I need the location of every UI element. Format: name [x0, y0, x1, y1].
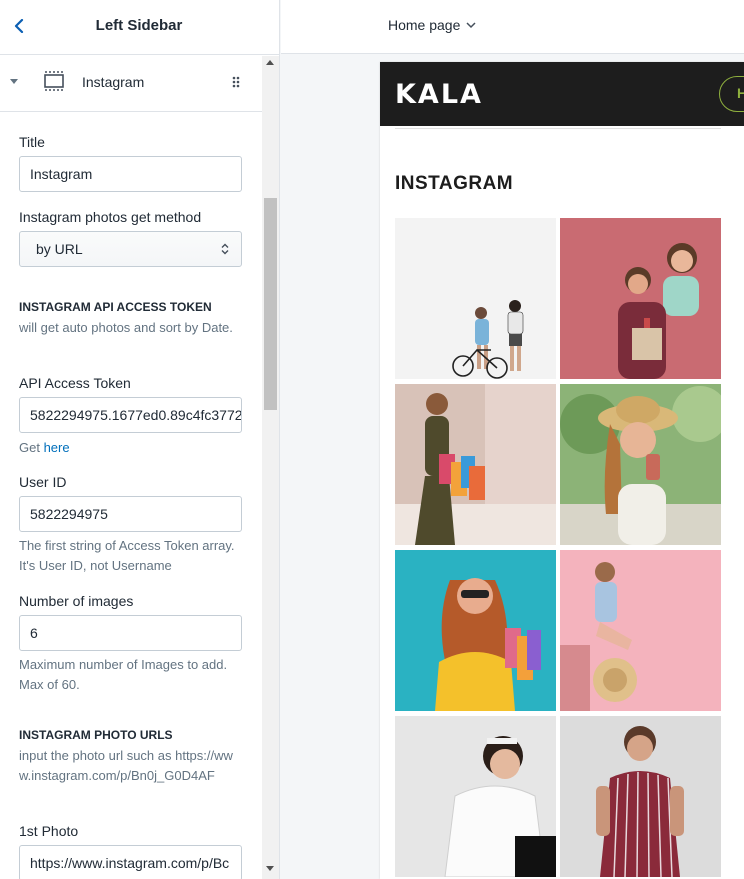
sidebar-scrollbar[interactable]: [262, 56, 279, 879]
photo-woman-straw-hat-drink[interactable]: [560, 384, 721, 545]
image-count-label: Number of images: [19, 593, 134, 609]
divider: [395, 128, 721, 129]
user-id-label: User ID: [19, 474, 67, 490]
method-label: Instagram photos get method: [19, 209, 202, 225]
drag-handle-icon[interactable]: [232, 76, 240, 88]
photo1-label: 1st Photo: [19, 823, 79, 839]
preview-topbar: Home page: [281, 0, 744, 54]
section-row-instagram[interactable]: Instagram: [0, 56, 262, 112]
photo-woman-pink-background[interactable]: [560, 550, 721, 711]
title-input[interactable]: Instagram: [19, 156, 242, 192]
title-label: Title: [19, 134, 45, 150]
photo-woman-shopping-bags[interactable]: [395, 384, 556, 545]
sidebar-title: Left Sidebar: [95, 17, 183, 34]
store-preview: KALA H INSTAGRAM: [380, 62, 744, 879]
photo-couple-gift[interactable]: [560, 218, 721, 379]
caret-down-icon[interactable]: [9, 78, 19, 86]
photo-woman-white-jacket[interactable]: [395, 716, 556, 877]
photo-woman-teal-background[interactable]: [395, 550, 556, 711]
get-token-text: Get here: [19, 440, 70, 455]
section-layout-icon: [44, 71, 64, 91]
chevron-down-icon: [466, 21, 476, 28]
header-nav-button[interactable]: H: [719, 76, 744, 112]
api-token-heading: INSTAGRAM API ACCESS TOKEN: [19, 300, 212, 314]
method-select-value: by URL: [36, 241, 83, 257]
store-logo[interactable]: KALA: [395, 79, 483, 110]
page-selector-label: Home page: [388, 17, 461, 33]
left-sidebar-panel: Left Sidebar Instagram Title Instagram I…: [0, 0, 280, 879]
instagram-section-title: INSTAGRAM: [395, 173, 514, 194]
token-label: API Access Token: [19, 375, 131, 391]
section-label: Instagram: [82, 74, 145, 90]
image-count-input[interactable]: 6: [19, 615, 242, 651]
token-input[interactable]: 5822294975.1677ed0.89c4fc3772: [19, 397, 242, 433]
image-count-help: Maximum number of Images to add. Max of …: [19, 657, 228, 692]
header-nav-button-label: H: [737, 85, 744, 101]
photo-urls-help: input the photo url such as https://www.…: [19, 748, 233, 783]
store-header: KALA H: [380, 62, 744, 126]
get-token-link[interactable]: here: [44, 440, 70, 455]
photo1-input[interactable]: https://www.instagram.com/p/Bc: [19, 845, 242, 879]
page-selector[interactable]: Home page: [388, 17, 476, 33]
photo-urls-heading: INSTAGRAM PHOTO URLS: [19, 728, 173, 742]
scroll-up-arrow[interactable]: [266, 60, 274, 65]
photo-man-striped-shirt[interactable]: [560, 716, 721, 877]
method-select[interactable]: by URL: [19, 231, 242, 267]
api-token-help: will get auto photos and sort by Date.: [19, 320, 233, 335]
sidebar-header: Left Sidebar: [0, 0, 279, 55]
photo-couple-bicycle[interactable]: [395, 218, 556, 379]
get-token-prefix: Get: [19, 440, 44, 455]
scroll-down-arrow[interactable]: [266, 866, 274, 871]
select-arrows-icon: [221, 243, 229, 255]
scrollbar-thumb[interactable]: [264, 198, 277, 410]
user-id-input[interactable]: 5822294975: [19, 496, 242, 532]
user-id-help: The first string of Access Token array. …: [19, 538, 235, 573]
